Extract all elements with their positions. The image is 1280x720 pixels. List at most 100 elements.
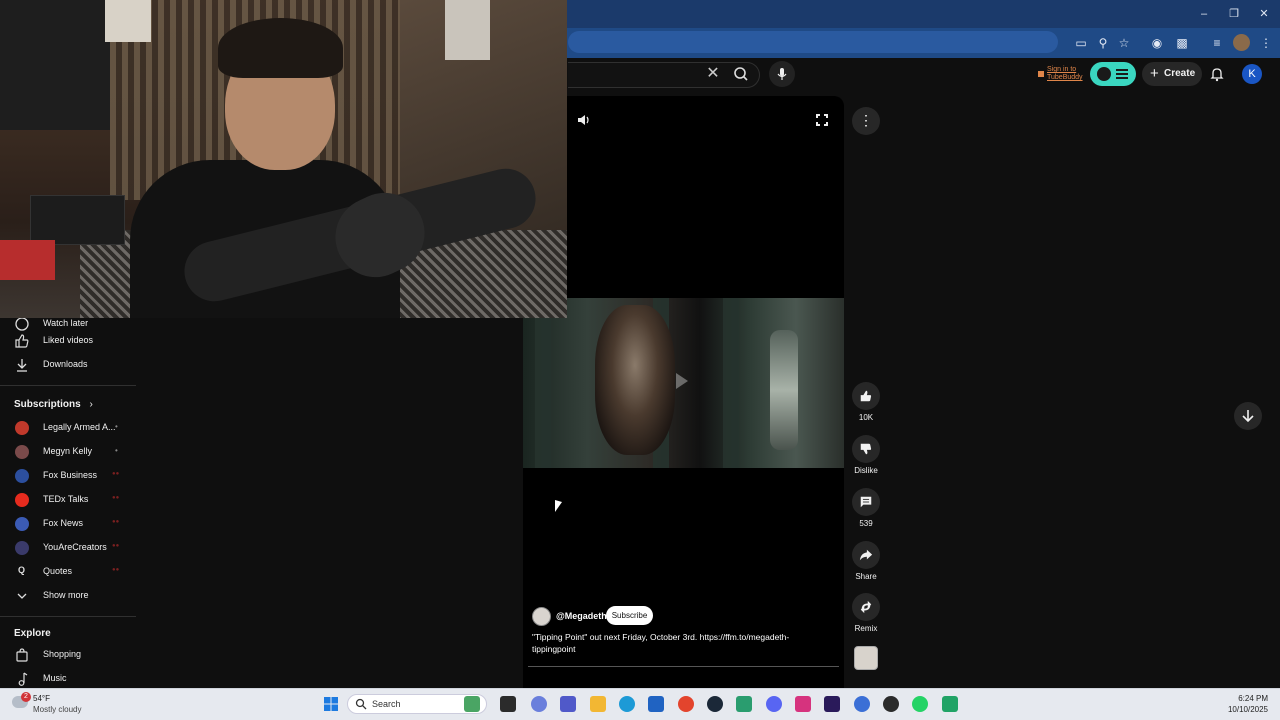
subscription-item[interactable]: Q Quotes ●● xyxy=(0,560,136,584)
voice-search-button[interactable] xyxy=(769,61,795,87)
search-highlight-icon[interactable] xyxy=(464,696,480,712)
sidebar-item-label: Shopping xyxy=(43,649,82,659)
copilot-icon[interactable] xyxy=(531,696,547,712)
install-app-icon[interactable]: ▭ xyxy=(1072,34,1090,52)
sidebar-item-label: Music xyxy=(43,673,67,683)
search-icon[interactable] xyxy=(732,64,750,84)
channel-avatar[interactable] xyxy=(532,607,551,626)
thumbs-up-icon xyxy=(860,390,872,402)
channel-avatar xyxy=(15,541,29,555)
explore-heading: Explore xyxy=(14,628,51,639)
folder-icon[interactable] xyxy=(590,696,606,712)
subscribe-button[interactable]: Subscribe xyxy=(606,606,653,625)
notifications-bell-icon[interactable] xyxy=(1209,66,1225,82)
share-arrow-icon xyxy=(859,549,873,561)
search-icon xyxy=(355,698,367,710)
extensions-puzzle-icon[interactable]: ▩ xyxy=(1173,34,1191,52)
browser-menu-icon[interactable]: ⋮ xyxy=(1257,34,1275,52)
poster-shape xyxy=(0,0,110,130)
sound-thumbnail[interactable] xyxy=(854,646,878,670)
temperature[interactable]: 54°F xyxy=(33,694,50,703)
channel-avatar xyxy=(15,517,29,531)
profile-icon[interactable] xyxy=(1233,34,1250,51)
video-bar-shape xyxy=(723,298,739,468)
subscriptions-heading[interactable]: Subscriptions › xyxy=(14,399,93,410)
account-avatar[interactable]: K xyxy=(1242,64,1262,84)
subscription-item[interactable]: YouAreCreators ●● xyxy=(0,536,136,560)
media-controls-icon[interactable]: ≡ xyxy=(1208,34,1226,52)
bookmark-star-icon[interactable]: ☆ xyxy=(1115,34,1133,52)
task-view-icon[interactable] xyxy=(500,696,516,712)
premiere-icon[interactable] xyxy=(824,696,840,712)
subscription-item[interactable]: Megyn Kelly • xyxy=(0,440,136,464)
thumbs-up-icon xyxy=(15,334,29,348)
zoom-icon[interactable]: ⚲ xyxy=(1094,34,1112,52)
music-note-icon xyxy=(18,672,28,686)
sidebar-item-downloads[interactable]: Downloads xyxy=(0,353,136,377)
store-icon[interactable] xyxy=(648,696,664,712)
poster-shape xyxy=(105,0,151,42)
clear-search-icon[interactable]: ✕ xyxy=(704,64,722,84)
paint-icon[interactable] xyxy=(854,696,870,712)
chrome-icon[interactable] xyxy=(678,696,694,712)
poster-shape xyxy=(445,0,490,60)
edge-icon[interactable] xyxy=(619,696,635,712)
sheets-icon[interactable] xyxy=(942,696,958,712)
person-hair-shape xyxy=(218,18,343,78)
dislike-button[interactable] xyxy=(852,435,880,463)
shopping-bag-icon xyxy=(16,648,28,662)
close-window-icon[interactable]: ✕ xyxy=(1254,6,1274,22)
subscription-item[interactable]: Legally Armed A... • xyxy=(0,416,136,440)
playback-progress-bar[interactable] xyxy=(528,666,839,667)
amplifier-shape xyxy=(30,195,125,245)
subscription-item[interactable]: Fox Business ●● xyxy=(0,464,136,488)
sidebar-item-label: Liked videos xyxy=(43,335,94,345)
remix-button[interactable] xyxy=(852,593,880,621)
discord-icon[interactable] xyxy=(766,696,782,712)
clock-date: 10/10/2025 xyxy=(1227,705,1268,714)
system-clock[interactable]: 6:24 PM 10/10/2025 xyxy=(1218,693,1268,715)
tubebuddy-logo-icon xyxy=(1097,67,1111,81)
next-short-button[interactable] xyxy=(1234,402,1262,430)
media-player-icon[interactable] xyxy=(883,696,899,712)
extension-bulb-icon[interactable]: ◉ xyxy=(1148,34,1166,52)
plus-icon: + xyxy=(1150,65,1159,82)
subscription-item[interactable]: Fox News ●● xyxy=(0,512,136,536)
subscription-label: Fox Business xyxy=(43,470,98,480)
volume-icon[interactable] xyxy=(577,113,591,127)
sidebar-item-liked-videos[interactable]: Liked videos xyxy=(0,329,136,353)
like-count: 10K xyxy=(858,413,874,422)
live-indicator-icon: ●● xyxy=(112,567,120,573)
subscription-item[interactable]: TEDx Talks ●● xyxy=(0,488,136,512)
windows-taskbar xyxy=(0,688,1280,720)
more-options-button[interactable]: ⋮ xyxy=(852,107,880,135)
subscription-label: Megyn Kelly xyxy=(43,446,93,456)
windows-start-icon[interactable] xyxy=(323,696,339,712)
show-more-button[interactable]: Show more xyxy=(0,584,136,608)
sidebar-item-shopping[interactable]: Shopping xyxy=(0,643,136,667)
steam-icon[interactable] xyxy=(707,696,723,712)
whatsapp-icon[interactable] xyxy=(912,696,928,712)
share-button[interactable] xyxy=(852,541,880,569)
comments-button[interactable] xyxy=(852,488,880,516)
minimize-icon[interactable]: – xyxy=(1194,6,1214,22)
channel-avatar: Q xyxy=(18,565,26,575)
teams-icon[interactable] xyxy=(560,696,576,712)
create-button[interactable]: + Create xyxy=(1142,62,1202,86)
tubebuddy-icon xyxy=(1038,71,1044,77)
mouse-cursor-icon xyxy=(555,500,562,512)
sidebar-item-label: Watch later xyxy=(43,318,89,328)
video-highlight-shape xyxy=(770,330,798,450)
share-label: Share xyxy=(855,572,877,581)
subscription-label: Legally Armed A... xyxy=(43,422,116,432)
weather-condition[interactable]: Mostly cloudy xyxy=(33,705,81,714)
instagram-icon[interactable] xyxy=(795,696,811,712)
restore-icon[interactable]: ❐ xyxy=(1224,6,1244,22)
address-bar[interactable] xyxy=(568,31,1058,53)
video-subject-shape xyxy=(595,305,675,455)
like-button[interactable] xyxy=(852,382,880,410)
app-icon[interactable] xyxy=(736,696,752,712)
tubebuddy-menu-button[interactable] xyxy=(1090,62,1136,86)
fullscreen-icon[interactable] xyxy=(815,113,829,127)
channel-handle[interactable]: @Megadeth xyxy=(556,611,607,621)
